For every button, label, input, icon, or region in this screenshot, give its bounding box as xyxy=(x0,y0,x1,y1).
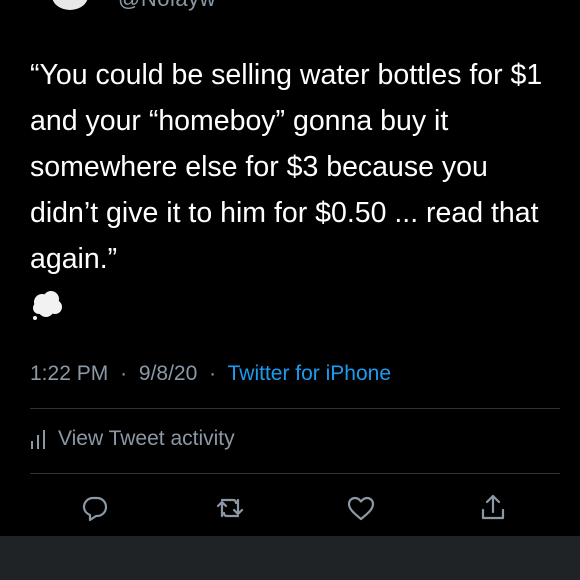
user-handle[interactable]: @Nolayw xyxy=(118,0,216,12)
view-tweet-activity-label: View Tweet activity xyxy=(58,427,235,450)
divider xyxy=(30,473,560,474)
tweet-text: “You could be selling water bottles for … xyxy=(30,59,551,275)
meta-separator: · xyxy=(209,362,217,385)
tweet-meta: 1:22 PM · 9/8/20 · Twitter for iPhone xyxy=(30,362,391,386)
share-button[interactable] xyxy=(476,491,510,525)
retweet-icon xyxy=(216,498,244,518)
reply-icon xyxy=(82,496,108,522)
tweet-actions xyxy=(0,491,580,525)
heart-icon xyxy=(347,496,375,521)
divider xyxy=(30,408,560,409)
reply-button[interactable] xyxy=(78,491,112,525)
like-button[interactable] xyxy=(344,491,378,525)
meta-separator: · xyxy=(120,362,128,385)
tweet-source-link[interactable]: Twitter for iPhone xyxy=(228,362,391,385)
tweet-date[interactable]: 9/8/20 xyxy=(139,362,197,385)
bar-chart-icon xyxy=(31,430,45,449)
retweet-button[interactable] xyxy=(213,491,247,525)
bottom-bar xyxy=(0,536,580,580)
thought-balloon-icon xyxy=(30,288,64,322)
tweet-time: 1:22 PM xyxy=(30,362,109,385)
view-tweet-activity-link[interactable]: View Tweet activity xyxy=(30,424,235,454)
share-icon xyxy=(481,494,505,520)
avatar[interactable] xyxy=(52,0,88,10)
